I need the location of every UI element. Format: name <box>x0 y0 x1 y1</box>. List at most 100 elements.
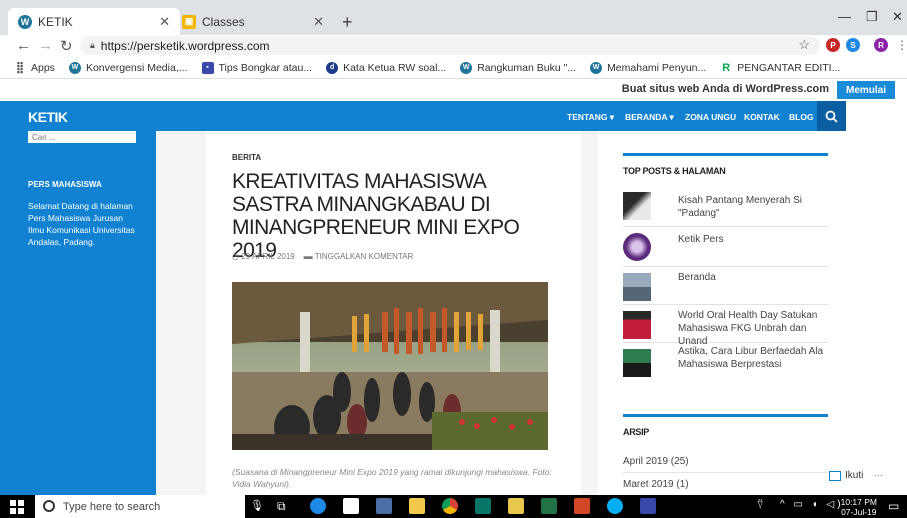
bookmark-item[interactable]: ▪ Tips Bongkar atau... <box>201 61 312 74</box>
wordpress-icon: W <box>18 14 32 29</box>
file-explorer-icon[interactable] <box>409 498 425 514</box>
windows-start-icon[interactable] <box>10 500 24 514</box>
reload-icon[interactable]: ↻ <box>60 37 73 55</box>
lock-icon: 🔒︎ <box>90 40 95 50</box>
photo-caption: (Suasana di Minangpreneur Mini Expo 2019… <box>232 467 552 489</box>
taskbar-search-input[interactable]: Type here to search <box>35 495 245 518</box>
app-icon[interactable] <box>376 498 392 514</box>
skype-icon[interactable] <box>607 498 623 514</box>
notifications-icon[interactable]: ▭ <box>888 499 899 513</box>
post-title[interactable]: Kisah Pantang Menyerah Si "Padang" <box>678 194 828 220</box>
url-input[interactable]: 🔒︎ https://persketik.wordpress.com ☆ <box>80 36 820 55</box>
wordpress-icon: W <box>68 61 81 74</box>
wordpress-icon: W <box>590 61 603 74</box>
bookmark-label: PENGANTAR EDITI... <box>737 61 841 74</box>
follow-label: Ikuti <box>845 470 864 481</box>
follow-button[interactable]: Ikuti ··· <box>829 470 883 481</box>
extension-icon[interactable]: P <box>826 38 840 52</box>
search-circle-icon <box>43 500 55 512</box>
post-title[interactable]: Beranda <box>678 271 828 284</box>
top-post-item[interactable]: Beranda <box>623 267 828 305</box>
search-toggle-button[interactable] <box>817 101 846 131</box>
bookmark-label: Konvergensi Media,... <box>85 61 188 74</box>
top-post-item[interactable]: Ketik Pers <box>623 227 828 267</box>
close-tab-icon[interactable]: ✕ <box>313 14 324 30</box>
back-icon[interactable]: ← <box>16 37 31 54</box>
close-tab-icon[interactable]: ✕ <box>159 14 170 30</box>
article-category[interactable]: BERITA <box>232 153 261 162</box>
archive-link[interactable]: Maret 2019 (1) <box>623 479 689 490</box>
app-icon[interactable] <box>640 498 656 514</box>
tab-ketik[interactable]: W KETIK ✕ <box>8 8 180 35</box>
post-thumbnail <box>623 311 651 339</box>
more-dots-icon[interactable]: ··· <box>873 470 883 481</box>
store-icon[interactable] <box>343 498 359 514</box>
address-toolbar: ← → ↻ 🔒︎ https://persketik.wordpress.com… <box>0 35 907 57</box>
bookmark-star-icon[interactable]: ☆ <box>798 37 810 53</box>
menu-kontak[interactable]: KONTAK <box>744 112 780 122</box>
clock-time: 10:17 PM <box>840 497 877 507</box>
close-window-icon[interactable]: ✕ <box>892 9 903 25</box>
extension-icon[interactable]: S <box>846 38 860 52</box>
tab-label: KETIK <box>38 14 73 29</box>
top-post-item[interactable]: World Oral Health Day Satukan Mahasiswa … <box>623 305 828 347</box>
chrome-icon[interactable] <box>442 498 458 514</box>
bookmark-item[interactable]: W Memahami Penyun... <box>590 61 707 74</box>
system-tray-icons[interactable]: ^ ▭ ◖ ◁) <box>780 499 844 510</box>
new-tab-icon[interactable]: + <box>342 12 353 33</box>
bookmark-site-icon: ▪ <box>201 61 214 74</box>
top-post-item[interactable]: Astika, Cara Libur Berfaedah Ala Mahasis… <box>623 343 828 383</box>
bookmark-item[interactable]: W Rangkuman Buku "... <box>460 61 577 74</box>
menu-blog[interactable]: BLOG <box>789 112 814 122</box>
search-icon <box>825 110 838 123</box>
task-view-icon[interactable]: ⧉ <box>277 499 286 514</box>
microphone-icon[interactable]: 🎙︎ <box>250 499 264 512</box>
sidebar-search-input[interactable] <box>28 131 136 143</box>
top-post-item[interactable]: Kisah Pantang Menyerah Si "Padang" <box>623 186 828 227</box>
excel-icon[interactable] <box>541 498 557 514</box>
post-thumbnail <box>623 273 651 301</box>
tab-classes[interactable]: ▣ Classes ✕ <box>172 8 334 35</box>
article-title[interactable]: KREATIVITAS MAHASISWA SASTRA MINANGKABAU… <box>232 170 552 262</box>
menu-beranda[interactable]: BERANDA ▾ <box>625 112 674 123</box>
bookmark-label: Memahami Penyun... <box>607 61 707 74</box>
edge-icon[interactable] <box>310 498 326 514</box>
profile-avatar[interactable]: R <box>874 38 888 52</box>
bookmark-item[interactable]: R PENGANTAR EDITI... <box>720 62 840 74</box>
bookmark-item[interactable]: W Konvergensi Media,... <box>68 61 188 74</box>
bookmark-label: Rangkuman Buku "... <box>477 61 577 74</box>
wordpress-promo-link[interactable]: Buat situs web Anda di WordPress.com <box>622 83 829 95</box>
menu-dots-icon[interactable]: ⋮ <box>896 38 907 52</box>
minimize-icon[interactable]: — <box>838 9 851 24</box>
article-meta: ◷ 29 APRIL 2019 ▬ TINGGALKAN KOMENTAR <box>232 251 413 261</box>
post-thumbnail <box>623 349 651 377</box>
post-title[interactable]: Astika, Cara Libur Berfaedah Ala Mahasis… <box>678 345 828 371</box>
wordpress-icon: W <box>460 61 473 74</box>
site-title[interactable]: KETIK <box>28 109 68 125</box>
leave-comment-link[interactable]: TINGGALKAN KOMENTAR <box>315 252 414 261</box>
bookmark-apps[interactable]: ⣿ Apps <box>14 62 55 75</box>
researchgate-icon: R <box>722 61 731 74</box>
menu-tentang[interactable]: TENTANG ▾ <box>567 112 614 123</box>
archive-link[interactable]: April 2019 (25) <box>623 456 689 467</box>
powerpoint-icon[interactable] <box>574 498 590 514</box>
restore-icon[interactable]: ❐ <box>866 9 878 25</box>
comment-icon: ▬ <box>303 251 313 261</box>
bookmark-item[interactable]: d Kata Ketua RW soal... <box>326 61 447 74</box>
wordpress-promo-bar: Buat situs web Anda di WordPress.com Mem… <box>0 79 907 101</box>
people-icon[interactable]: ⍢ <box>757 499 764 512</box>
article-photo <box>232 282 548 450</box>
article-date[interactable]: 29 APRIL 2019 <box>241 252 295 261</box>
forward-icon[interactable]: → <box>38 37 53 54</box>
app-icon[interactable] <box>508 498 524 514</box>
widget-divider <box>623 153 828 156</box>
market-photo-illustration <box>232 282 548 450</box>
publisher-icon[interactable] <box>475 498 491 514</box>
archive-title: ARSIP <box>623 427 650 437</box>
bookmark-label: Kata Ketua RW soal... <box>343 61 447 74</box>
start-button[interactable]: Memulai <box>837 81 895 99</box>
menu-zona-ungu[interactable]: ZONA UNGU <box>685 112 736 122</box>
follow-icon <box>829 470 841 481</box>
post-title[interactable]: Ketik Pers <box>678 233 828 246</box>
taskbar-clock[interactable]: 10:17 PM 07-Jul-19 <box>841 497 877 517</box>
